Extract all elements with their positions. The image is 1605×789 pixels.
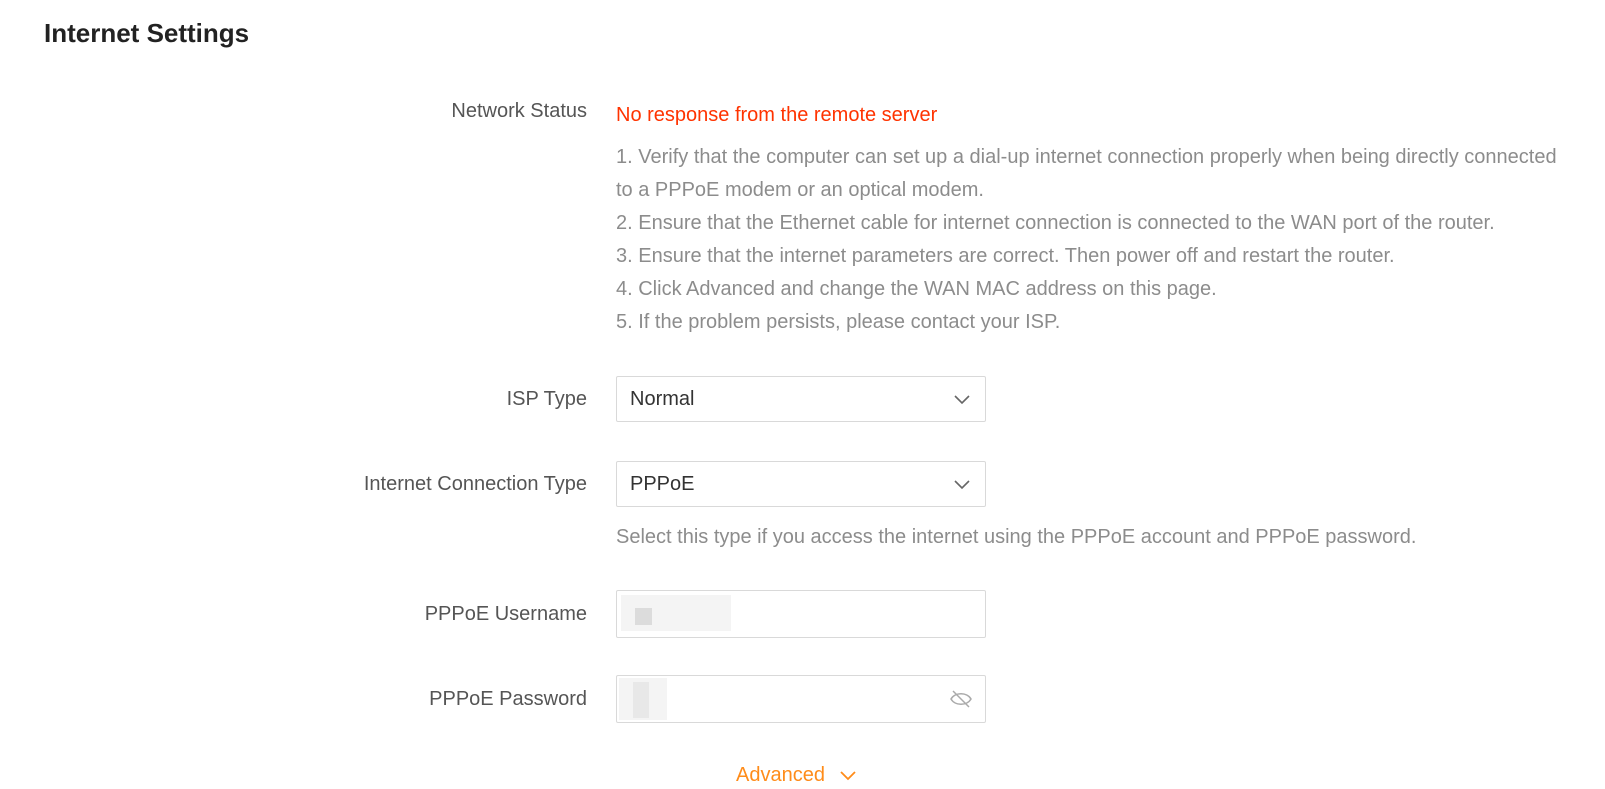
advanced-toggle[interactable]: Advanced [736,762,857,788]
pppoe-username-input[interactable] [616,590,986,638]
pppoe-password-input[interactable] [616,675,986,723]
connection-type-help: Select this type if you access the inter… [616,526,1417,548]
isp-type-label: ISP Type [506,388,587,410]
tip-item: 5. If the problem persists, please conta… [616,311,1061,333]
connection-type-select[interactable]: PPPoE [616,461,986,507]
isp-type-select[interactable]: Normal [616,376,986,422]
tip-item: 3. Ensure that the internet parameters a… [616,245,1395,267]
network-status-value: No response from the remote server [616,104,938,126]
chevron-down-icon [954,480,970,490]
tip-item: 2. Ensure that the Ethernet cable for in… [616,212,1495,234]
network-status-label: Network Status [451,100,587,122]
redacted-value [633,682,649,718]
pppoe-username-label: PPPoE Username [424,603,587,625]
connection-type-value: PPPoE [630,473,695,495]
isp-type-value: Normal [630,388,695,410]
chevron-down-icon [840,771,856,781]
page-title: Internet Settings [44,18,250,48]
advanced-label: Advanced [736,764,825,786]
redacted-value [635,608,652,625]
tip-item: 1. Verify that the computer can set up a… [616,146,1557,201]
eye-hidden-icon[interactable] [949,688,973,710]
connection-type-label: Internet Connection Type [363,473,587,495]
tip-item: 4. Click Advanced and change the WAN MAC… [616,278,1217,300]
troubleshooting-tips: 1. Verify that the computer can set up a… [616,141,1566,339]
chevron-down-icon [954,395,970,405]
pppoe-password-label: PPPoE Password [429,688,587,710]
